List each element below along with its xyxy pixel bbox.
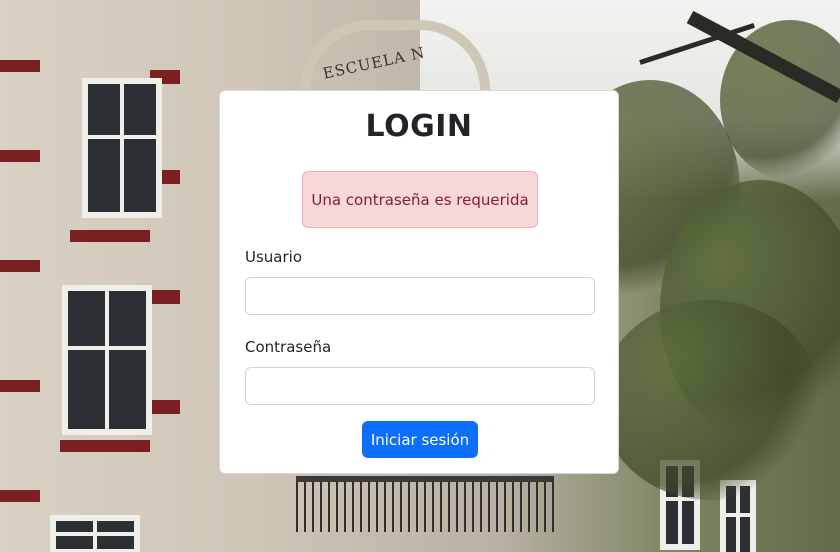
password-input[interactable] bbox=[245, 367, 595, 405]
username-input[interactable] bbox=[245, 277, 595, 315]
facade-stripe bbox=[0, 490, 40, 502]
facade-stripe bbox=[0, 60, 40, 72]
username-label: Usuario bbox=[245, 248, 303, 266]
facade-stripe bbox=[0, 150, 40, 162]
facade-stripe bbox=[150, 400, 180, 414]
facade-stripe bbox=[0, 260, 40, 272]
login-card: LOGIN Una contraseña es requerida Usuari… bbox=[219, 90, 619, 474]
balcony-railing bbox=[296, 476, 554, 532]
error-alert: Una contraseña es requerida bbox=[302, 171, 538, 228]
facade-stripe bbox=[0, 380, 40, 392]
facade-stripe bbox=[60, 440, 150, 452]
login-button[interactable]: Iniciar sesión bbox=[362, 421, 478, 458]
facade-stripe bbox=[70, 230, 150, 242]
building-window bbox=[82, 78, 162, 218]
page-title: LOGIN bbox=[365, 109, 473, 144]
facade-stripe bbox=[150, 290, 180, 304]
tree-foliage bbox=[600, 300, 820, 500]
password-label: Contraseña bbox=[245, 338, 332, 356]
building-window bbox=[62, 285, 152, 435]
building-window bbox=[50, 515, 140, 552]
